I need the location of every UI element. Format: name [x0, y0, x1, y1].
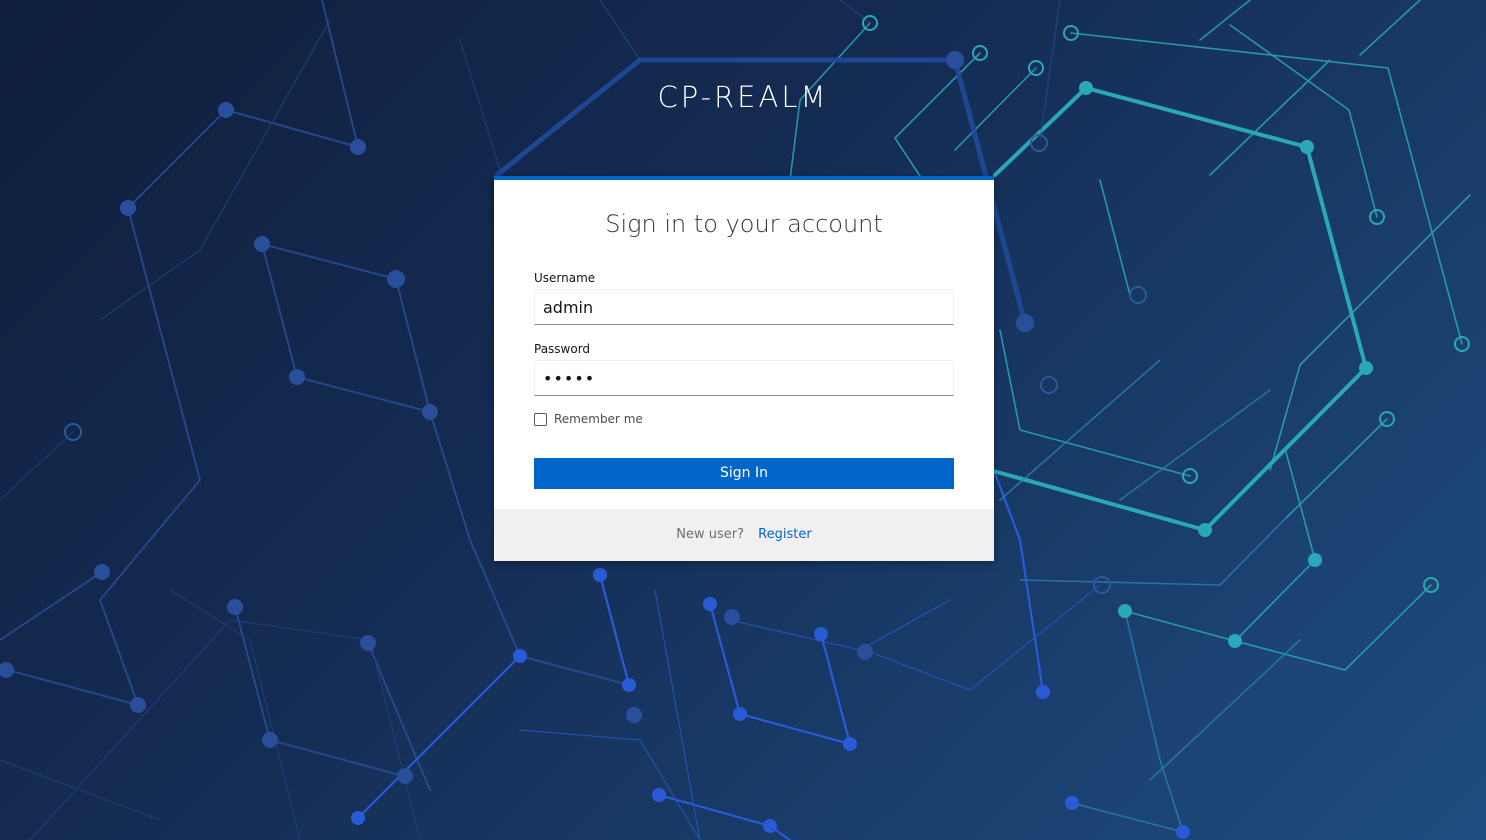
register-link[interactable]: Register — [758, 527, 812, 542]
remember-me-row[interactable]: Remember me — [534, 412, 643, 426]
remember-me-label[interactable]: Remember me — [554, 412, 643, 426]
sign-in-button[interactable]: Sign In — [534, 458, 954, 489]
login-footer: New user? Register — [494, 509, 994, 561]
password-label: Password — [534, 342, 591, 356]
login-card: Sign in to your account Username Passwor… — [494, 176, 994, 561]
username-input[interactable] — [534, 289, 954, 325]
password-input[interactable] — [534, 360, 954, 396]
realm-title: CP-REALM — [657, 80, 829, 114]
new-user-prompt: New user? — [676, 527, 745, 542]
username-label: Username — [534, 271, 596, 285]
login-page: CP-REALM Sign in to your account Usernam… — [0, 0, 1486, 840]
login-heading: Sign in to your account — [605, 210, 883, 238]
remember-me-checkbox[interactable] — [534, 412, 547, 426]
